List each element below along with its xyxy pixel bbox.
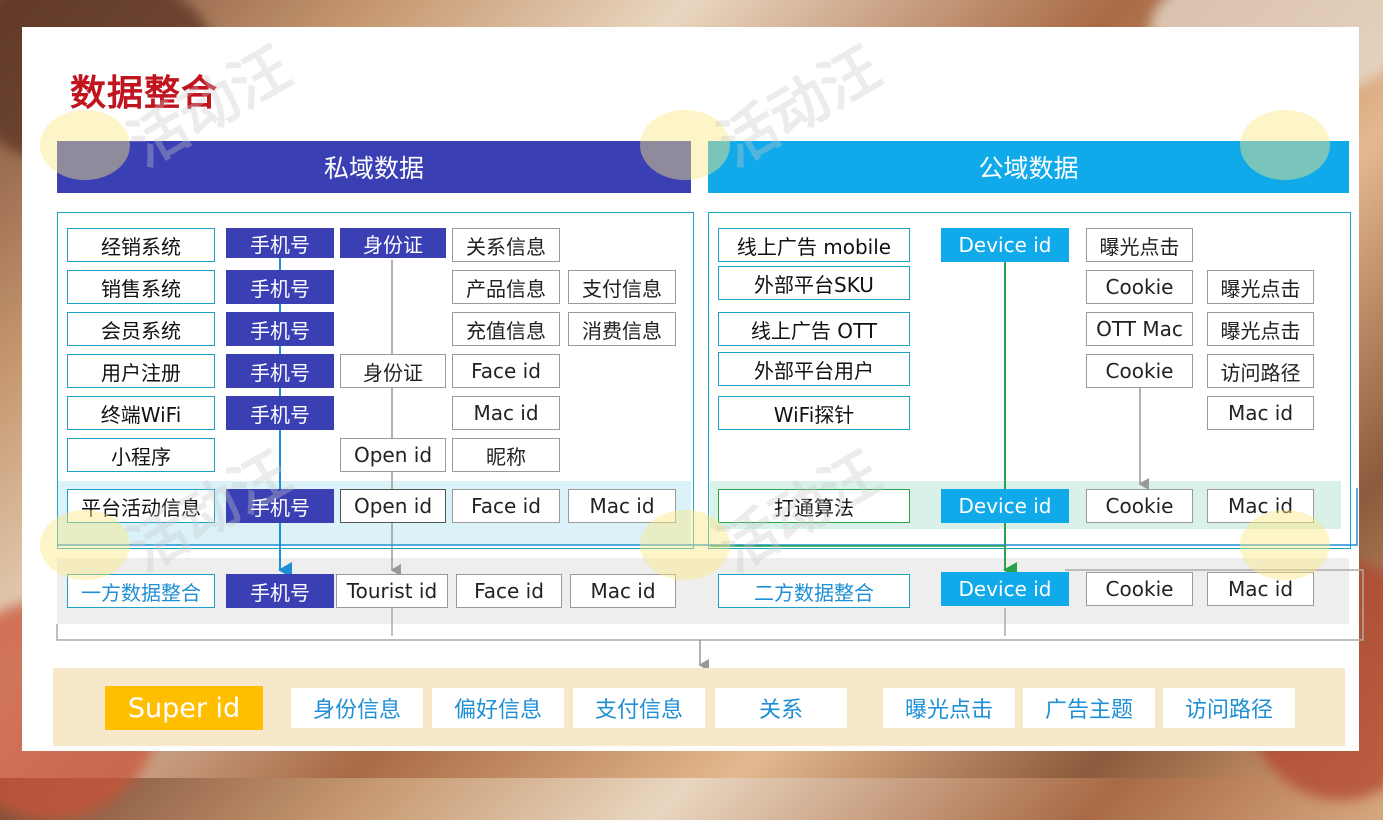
open-id-tag: Open id <box>340 438 446 472</box>
nickname-tag: 昵称 <box>452 438 560 472</box>
relation-info-tag: 关系信息 <box>452 228 560 262</box>
face-id-tag: Face id <box>456 574 562 608</box>
source-terminal-wifi: 终端WiFi <box>67 396 215 430</box>
phone-id-tag: 手机号 <box>226 489 334 523</box>
super-tag-identity: 身份信息 <box>291 688 423 728</box>
cookie-tag: Cookie <box>1086 354 1193 388</box>
mac-id-tag: Mac id <box>568 489 676 523</box>
recharge-info-tag: 充值信息 <box>452 312 560 346</box>
super-tag-payment: 支付信息 <box>573 688 705 728</box>
source-online-ad-mobile: 线上广告 mobile <box>718 228 910 262</box>
source-dealer-system: 经销系统 <box>67 228 215 262</box>
source-matching-algorithm: 打通算法 <box>718 489 910 523</box>
source-user-registration: 用户注册 <box>67 354 215 388</box>
device-id-tag: Device id <box>941 228 1069 262</box>
mac-id-tag: Mac id <box>570 574 676 608</box>
flow-connectors <box>56 258 1364 671</box>
visit-path-tag: 访问路径 <box>1207 354 1314 388</box>
source-online-ad-ott: 线上广告 OTT <box>718 312 910 346</box>
phone-id-tag: 手机号 <box>226 354 334 388</box>
phone-id-tag: 手机号 <box>226 270 334 304</box>
face-id-tag: Face id <box>452 354 560 388</box>
id-card-tag: 身份证 <box>340 228 446 258</box>
source-platform-activity: 平台活动信息 <box>67 489 215 523</box>
exposure-click-tag: 曝光点击 <box>1207 312 1314 346</box>
source-wifi-probe: WiFi探针 <box>718 396 910 430</box>
source-member-system: 会员系统 <box>67 312 215 346</box>
product-info-tag: 产品信息 <box>452 270 560 304</box>
mac-id-tag: Mac id <box>1207 489 1314 523</box>
phone-id-tag: 手机号 <box>226 312 334 346</box>
super-tag-relation: 关系 <box>715 688 847 728</box>
face-id-tag: Face id <box>452 489 560 523</box>
cookie-tag: Cookie <box>1086 572 1193 606</box>
consume-info-tag: 消费信息 <box>568 312 676 346</box>
source-sales-system: 销售系统 <box>67 270 215 304</box>
super-tag-visit-path: 访问路径 <box>1163 688 1295 728</box>
payment-info-tag: 支付信息 <box>568 270 676 304</box>
super-id-label: Super id <box>105 686 263 730</box>
ott-mac-tag: OTT Mac <box>1086 312 1193 346</box>
phone-id-tag: 手机号 <box>226 396 334 430</box>
super-tag-ad-theme: 广告主题 <box>1023 688 1155 728</box>
source-mini-program: 小程序 <box>67 438 215 472</box>
first-party-integration: 一方数据整合 <box>67 574 215 608</box>
exposure-click-tag: 曝光点击 <box>1086 228 1193 262</box>
open-id-tag: Open id <box>340 489 446 523</box>
phone-id-tag: 手机号 <box>226 574 334 608</box>
phone-id-tag: 手机号 <box>226 228 334 258</box>
device-id-tag: Device id <box>941 572 1069 606</box>
mac-id-tag: Mac id <box>452 396 560 430</box>
exposure-click-tag: 曝光点击 <box>1207 270 1314 304</box>
cookie-tag: Cookie <box>1086 270 1193 304</box>
second-party-integration: 二方数据整合 <box>718 574 910 608</box>
super-tag-exposure-click: 曝光点击 <box>883 688 1015 728</box>
mac-id-tag: Mac id <box>1207 396 1314 430</box>
cookie-tag: Cookie <box>1086 489 1193 523</box>
tourist-id-tag: Tourist id <box>336 574 448 608</box>
super-tag-preference: 偏好信息 <box>432 688 564 728</box>
mac-id-tag: Mac id <box>1207 572 1314 606</box>
id-card-tag: 身份证 <box>340 354 446 388</box>
device-id-tag: Device id <box>941 489 1069 523</box>
source-external-platform-sku: 外部平台SKU <box>718 266 910 300</box>
source-external-platform-user: 外部平台用户 <box>718 352 910 386</box>
